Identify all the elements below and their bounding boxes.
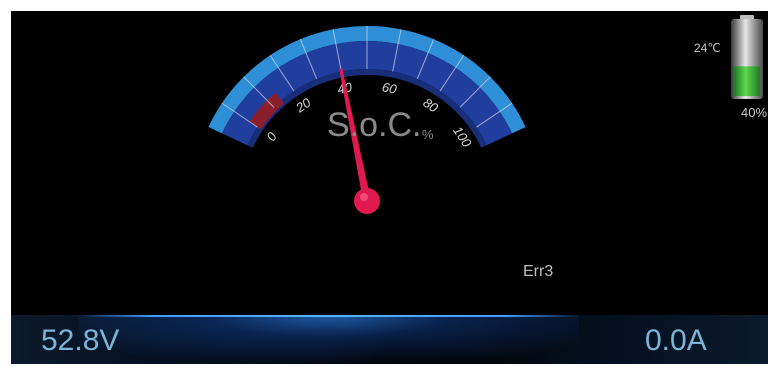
error-code: Err3 <box>523 263 554 280</box>
gauge-tick-label: 0 <box>263 129 280 144</box>
gauge-unit: % <box>422 127 434 142</box>
gauge-title: S.o.C. <box>327 106 422 144</box>
gauge-tick-label: 20 <box>292 94 314 115</box>
display-screen: 020406080100 S.o.C. % 24℃ 40% Err3 52.8V… <box>11 11 768 364</box>
battery-temperature: 24℃ <box>694 41 721 55</box>
current-readout: 0.0A <box>645 324 707 357</box>
gauge-needle-hub-highlight <box>360 193 368 201</box>
gauge-tick-label: 80 <box>420 95 441 116</box>
gauge-needle-hub <box>354 188 380 214</box>
battery-percent: 40% <box>741 105 768 120</box>
battery-icon <box>731 15 763 99</box>
battery-level-fill <box>734 66 760 96</box>
soc-gauge: 020406080100 <box>208 25 526 214</box>
gauge-tick-label: 60 <box>381 79 399 97</box>
voltage-readout: 52.8V <box>41 324 120 357</box>
